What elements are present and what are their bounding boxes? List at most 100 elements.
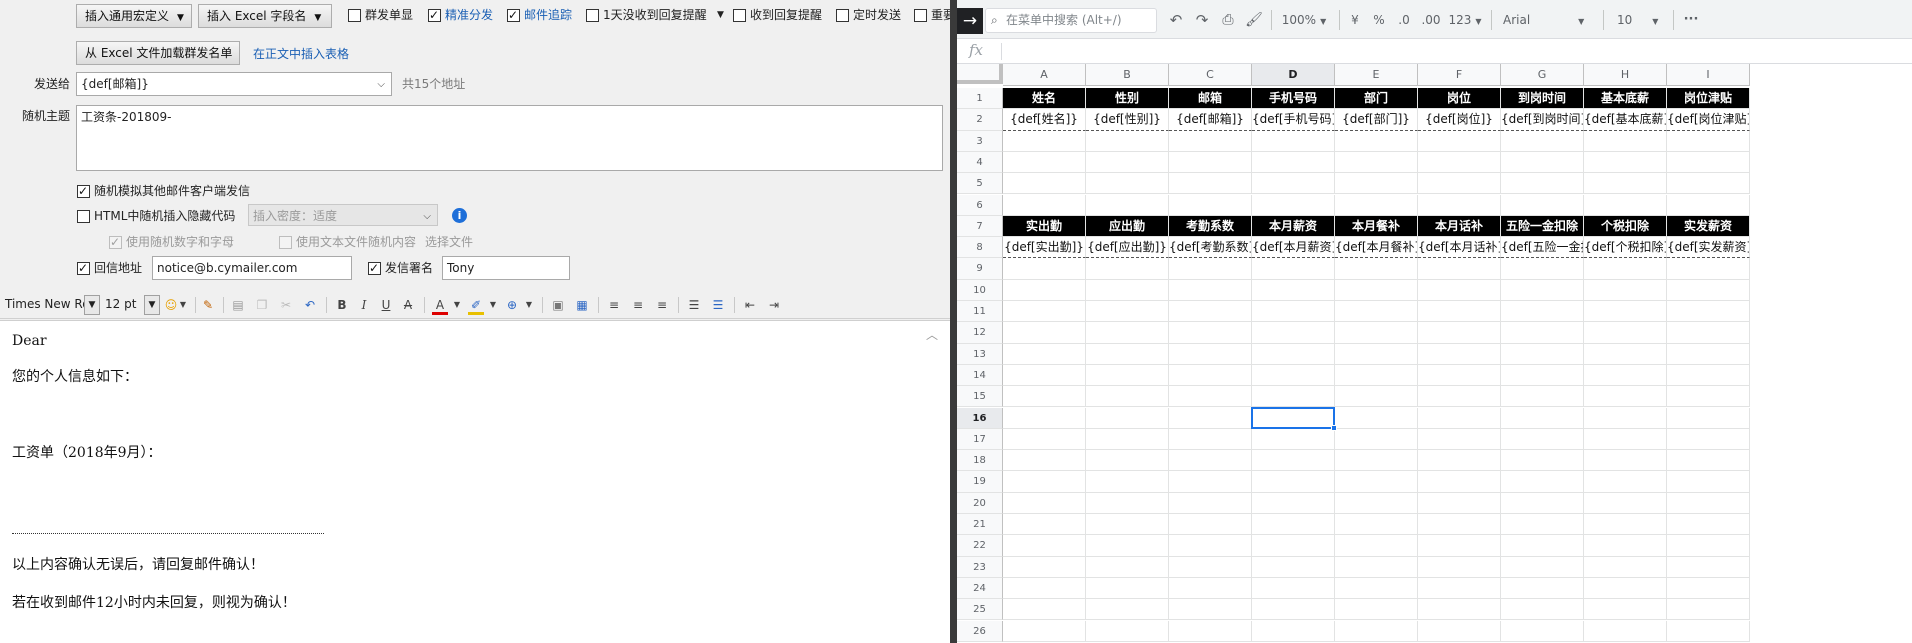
strikethrough-icon[interactable]: A <box>400 295 416 315</box>
cell-g17[interactable] <box>1501 428 1584 451</box>
important-checkbox[interactable]: 重要 <box>914 6 950 24</box>
cell-d7[interactable]: 本月薪资 <box>1252 215 1335 238</box>
sender-sign-checkbox[interactable]: 发信署名 <box>368 259 433 277</box>
cell-c14[interactable] <box>1169 364 1252 387</box>
sheet-grid[interactable]: ABCDEFGHI 1 2 3 4 5 6 7 8 9 10 11 12 13 14 15 16 17 18 19 2… <box>957 64 1912 643</box>
cell-a14[interactable] <box>1003 364 1086 387</box>
cell-e6[interactable] <box>1335 194 1418 216</box>
cell-b5[interactable] <box>1086 173 1169 195</box>
cell-b23[interactable] <box>1086 556 1169 578</box>
cell-i26[interactable] <box>1667 620 1750 642</box>
checkbox-box[interactable] <box>77 209 90 223</box>
cell-e13[interactable] <box>1335 343 1418 365</box>
cell-i4[interactable] <box>1667 151 1750 174</box>
cell-a7[interactable]: 实出勤 <box>1003 215 1086 238</box>
cell-c20[interactable] <box>1169 492 1252 514</box>
row-header-9[interactable]: 9 <box>957 258 1003 280</box>
send-to-select[interactable]: {def[邮箱]} ⌵ <box>76 72 392 96</box>
cell-a16[interactable] <box>1003 407 1086 429</box>
cell-e9[interactable] <box>1335 258 1418 280</box>
reply-address-checkbox[interactable]: 回信地址 <box>77 259 142 277</box>
cell-h26[interactable] <box>1584 620 1667 642</box>
cell-a18[interactable] <box>1003 450 1086 472</box>
cell-b10[interactable] <box>1086 279 1169 301</box>
font-family-select[interactable]: Times New Ro <box>2 295 84 315</box>
cell-i22[interactable] <box>1667 535 1750 557</box>
cell-i11[interactable] <box>1667 301 1750 323</box>
load-excel-button[interactable]: 从 Excel 文件加载群发名单 <box>76 41 240 65</box>
info-icon[interactable]: i <box>452 208 467 223</box>
cell-h2[interactable]: {def[基本底薪]} <box>1584 109 1667 131</box>
cell-a3[interactable] <box>1003 130 1086 152</box>
copy-icon[interactable]: ❐ <box>254 295 270 315</box>
cell-b6[interactable] <box>1086 194 1169 216</box>
cell-b11[interactable] <box>1086 301 1169 323</box>
cell-h23[interactable] <box>1584 556 1667 578</box>
font-size-select[interactable]: 12 pt <box>102 295 144 315</box>
paint-format-icon[interactable]: 🖌 <box>1245 11 1263 29</box>
cell-g1[interactable]: 到岗时间 <box>1501 88 1584 110</box>
cell-g3[interactable] <box>1501 130 1584 152</box>
cell-e23[interactable] <box>1335 556 1418 578</box>
checkbox-box[interactable] <box>914 8 927 22</box>
cut-icon[interactable]: ✂ <box>278 295 294 315</box>
cell-e18[interactable] <box>1335 450 1418 472</box>
emoji-caret-icon[interactable]: ▼ <box>178 295 188 315</box>
cell-b18[interactable] <box>1086 450 1169 472</box>
number-format-select[interactable]: 123 ▼ <box>1447 11 1483 29</box>
row-header-5[interactable]: 5 <box>957 173 1003 195</box>
cell-a20[interactable] <box>1003 492 1086 514</box>
cell-g12[interactable] <box>1501 322 1584 344</box>
cell-b8[interactable]: {def[应出勤]} <box>1086 237 1169 259</box>
font-select[interactable]: Arial ▼ <box>1497 11 1597 29</box>
insert-density-select[interactable]: 插入密度：适度 ⌵ <box>248 204 438 226</box>
checkbox-box[interactable] <box>109 233 122 251</box>
column-header-e[interactable]: E <box>1335 64 1418 86</box>
checkbox-box[interactable] <box>428 6 441 24</box>
checkbox-box[interactable] <box>279 235 292 249</box>
column-header-h[interactable]: H <box>1584 64 1667 86</box>
cell-d23[interactable] <box>1252 556 1335 578</box>
cell-i6[interactable] <box>1667 194 1750 216</box>
scroll-up-icon[interactable]: ︿ <box>926 326 938 343</box>
cell-f24[interactable] <box>1418 577 1501 600</box>
cell-a9[interactable] <box>1003 258 1086 280</box>
undo-icon[interactable]: ↶ <box>1167 11 1185 29</box>
cell-i9[interactable] <box>1667 258 1750 280</box>
row-header-26[interactable]: 26 <box>957 620 1003 642</box>
cell-h15[interactable] <box>1584 386 1667 408</box>
cell-b25[interactable] <box>1086 599 1169 621</box>
cell-d15[interactable] <box>1252 386 1335 408</box>
cell-e17[interactable] <box>1335 428 1418 451</box>
cell-f15[interactable] <box>1418 386 1501 408</box>
cell-b14[interactable] <box>1086 364 1169 387</box>
cell-d21[interactable] <box>1252 514 1335 536</box>
cell-b16[interactable] <box>1086 407 1169 429</box>
cell-h6[interactable] <box>1584 194 1667 216</box>
cell-h13[interactable] <box>1584 343 1667 365</box>
cell-c21[interactable] <box>1169 514 1252 536</box>
cell-g11[interactable] <box>1501 301 1584 323</box>
redo-icon[interactable]: ↷ <box>1193 11 1211 29</box>
cell-a13[interactable] <box>1003 343 1086 365</box>
row-header-2[interactable]: 2 <box>957 109 1003 131</box>
cell-d1[interactable]: 手机号码 <box>1252 88 1335 110</box>
cell-g14[interactable] <box>1501 364 1584 387</box>
cell-i13[interactable] <box>1667 343 1750 365</box>
column-header-f[interactable]: F <box>1418 64 1501 86</box>
cell-e1[interactable]: 部门 <box>1335 88 1418 110</box>
back-arrow-icon[interactable]: → <box>957 8 983 34</box>
row-header-18[interactable]: 18 <box>957 450 1003 472</box>
row-header-17[interactable]: 17 <box>957 428 1003 451</box>
cell-f6[interactable] <box>1418 194 1501 216</box>
simulate-client-checkbox[interactable]: 随机模拟其他邮件客户端发信 <box>77 182 250 200</box>
scheduled-send-checkbox[interactable]: 定时发送 <box>836 6 901 24</box>
cell-i3[interactable] <box>1667 130 1750 152</box>
cell-c6[interactable] <box>1169 194 1252 216</box>
cell-g21[interactable] <box>1501 514 1584 536</box>
cell-e8[interactable]: {def[本月餐补]} <box>1335 237 1418 259</box>
cell-h22[interactable] <box>1584 535 1667 557</box>
cell-b26[interactable] <box>1086 620 1169 642</box>
cell-b17[interactable] <box>1086 428 1169 451</box>
cell-f8[interactable]: {def[本月话补]} <box>1418 237 1501 259</box>
